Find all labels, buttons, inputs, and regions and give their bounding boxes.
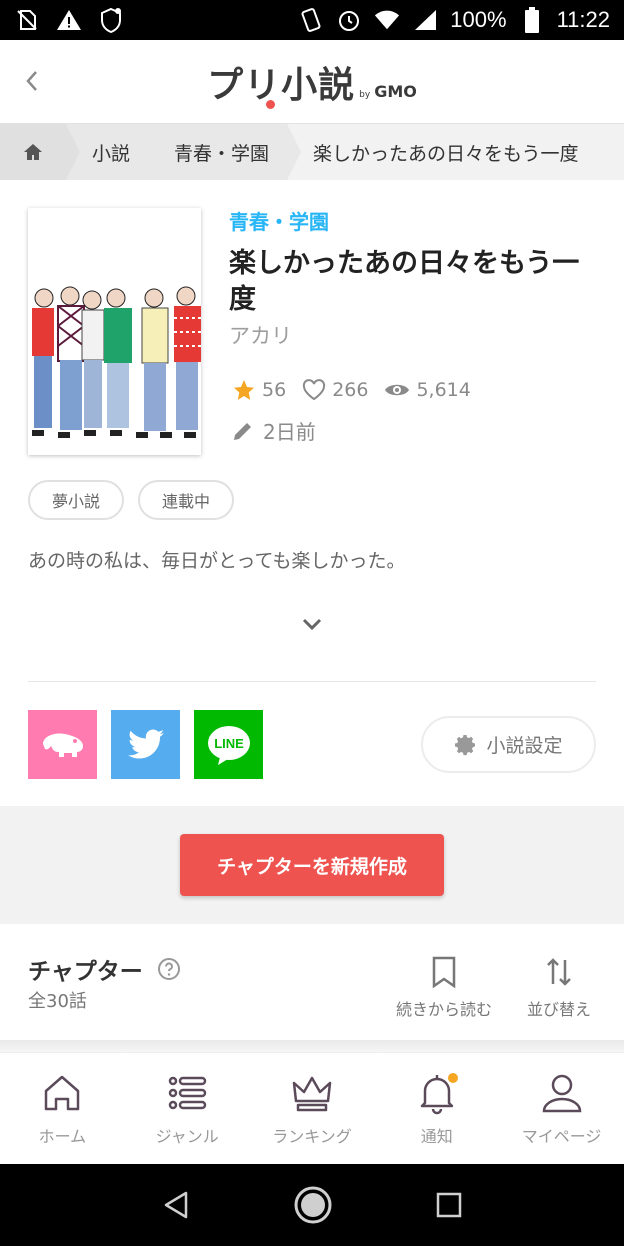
novel-cover-image [28, 208, 201, 455]
chevron-left-icon [26, 71, 37, 91]
cover-illustration [28, 208, 201, 455]
novel-settings-button[interactable]: 小説設定 [421, 716, 596, 773]
share-buttons: LINE [28, 710, 263, 779]
section-divider [0, 1040, 624, 1052]
breadcrumb-item-genre[interactable]: 青春・学園 [148, 124, 302, 180]
breadcrumb: 小説 青春・学園 楽しかったあの日々をもう一度 [0, 124, 624, 180]
resume-reading-label: 続きから読む [396, 1000, 493, 1019]
chapter-count: 全30話 [28, 991, 87, 1012]
bookmark-icon [432, 956, 456, 988]
view-count: 5,614 [384, 379, 471, 401]
status-bar: 100% 11:22 [0, 0, 624, 40]
like-count: 266 [302, 379, 368, 401]
vibrate-icon [298, 7, 324, 33]
nav-home[interactable]: ホーム [0, 1053, 125, 1164]
crown-icon [292, 1076, 332, 1112]
bottom-navigation: ホーム ジャンル ランキング 通知 マイページ [0, 1052, 624, 1164]
app-header: プリ小説 by GMO [0, 40, 624, 124]
last-updated: 2日前 [231, 416, 316, 445]
breadcrumb-home[interactable] [0, 124, 80, 180]
nav-genre-label: ジャンル [155, 1127, 219, 1146]
logo-by-text: by [359, 89, 371, 100]
star-icon [234, 380, 254, 400]
clock: 11:22 [556, 7, 610, 32]
logo-main-text: プリ小説 [207, 64, 356, 106]
star-count-value: 56 [262, 379, 287, 401]
genre-link[interactable]: 青春・学園 [229, 206, 329, 235]
synopsis-text: あの時の私は、毎日がとっても楽しかった。 [28, 550, 406, 572]
nav-notifications-label: 通知 [420, 1127, 453, 1146]
breadcrumb-item-current: 楽しかったあの日々をもう一度 [287, 124, 624, 180]
sort-icon [547, 958, 571, 986]
gear-icon [455, 734, 476, 755]
nav-ranking-label: ランキング [272, 1127, 352, 1146]
shield-call-icon [98, 7, 124, 33]
line-icon: LINE [207, 725, 250, 765]
chapter-heading: チャプター [28, 952, 181, 986]
breadcrumb-label: 青春・学園 [174, 142, 270, 165]
heart-icon [303, 379, 326, 401]
divider [28, 681, 596, 682]
share-line-button[interactable]: LINE [194, 710, 263, 779]
chapter-heading-label: チャプター [28, 959, 143, 985]
expand-synopsis-button[interactable] [300, 612, 324, 636]
warning-icon [56, 7, 82, 33]
last-updated-value: 2日前 [263, 420, 316, 444]
logo-dot [266, 100, 275, 109]
alarm-icon [336, 7, 362, 33]
novel-title: 楽しかったあの日々をもう一度 [229, 248, 580, 315]
home-icon [24, 144, 42, 160]
system-recents-icon[interactable] [436, 1192, 462, 1218]
breadcrumb-label: 小説 [92, 142, 131, 165]
author-link[interactable]: アカリ [229, 320, 292, 350]
eye-icon [385, 384, 410, 396]
nav-notifications[interactable]: 通知 [374, 1053, 499, 1164]
nav-mypage-label: マイページ [521, 1127, 602, 1146]
share-app-button[interactable] [28, 710, 97, 779]
sort-label: 並び替え [527, 1000, 592, 1019]
tag-list: 夢小説 連載中 [28, 480, 235, 520]
nav-home-label: ホーム [38, 1127, 87, 1146]
tag-dream-novel[interactable]: 夢小説 [28, 480, 125, 520]
novel-settings-label: 小説設定 [486, 735, 563, 757]
twitter-icon [127, 729, 164, 758]
battery-icon [519, 7, 545, 33]
system-back-icon[interactable] [162, 1190, 190, 1220]
novel-stats: 56 266 5,614 [232, 378, 479, 402]
chevron-down-icon [302, 618, 322, 631]
pencil-icon [234, 422, 251, 440]
home-outline-icon [45, 1075, 80, 1111]
nav-genre[interactable]: ジャンル [125, 1053, 250, 1164]
nav-mypage[interactable]: マイページ [499, 1053, 624, 1164]
view-count-value: 5,614 [416, 379, 471, 401]
system-navigation-bar [0, 1164, 624, 1246]
wifi-icon [374, 7, 400, 33]
sort-button[interactable]: 並び替え [527, 956, 591, 1020]
resume-reading-button[interactable]: 続きから読む [396, 956, 492, 1020]
star-count: 56 [232, 378, 286, 402]
help-icon[interactable] [157, 957, 181, 981]
battery-percent: 100% [450, 7, 507, 32]
line-icon-label: LINE [214, 736, 244, 751]
no-sim-icon [14, 7, 40, 33]
tag-ongoing[interactable]: 連載中 [138, 480, 235, 520]
signal-icon [412, 7, 438, 33]
like-count-value: 266 [332, 379, 369, 401]
elephant-icon [42, 732, 83, 757]
list-icon [168, 1076, 207, 1110]
breadcrumb-label: 楽しかったあの日々をもう一度 [313, 142, 579, 165]
app-logo[interactable]: プリ小説 by GMO [207, 56, 417, 108]
user-icon [542, 1074, 581, 1113]
share-twitter-button[interactable] [111, 710, 180, 779]
create-chapter-button[interactable]: チャプターを新規作成 [180, 834, 444, 896]
back-button[interactable] [20, 66, 46, 96]
nav-ranking[interactable]: ランキング [250, 1053, 375, 1164]
system-home-icon[interactable] [293, 1185, 333, 1225]
logo-brand-text: GMO [374, 81, 417, 101]
